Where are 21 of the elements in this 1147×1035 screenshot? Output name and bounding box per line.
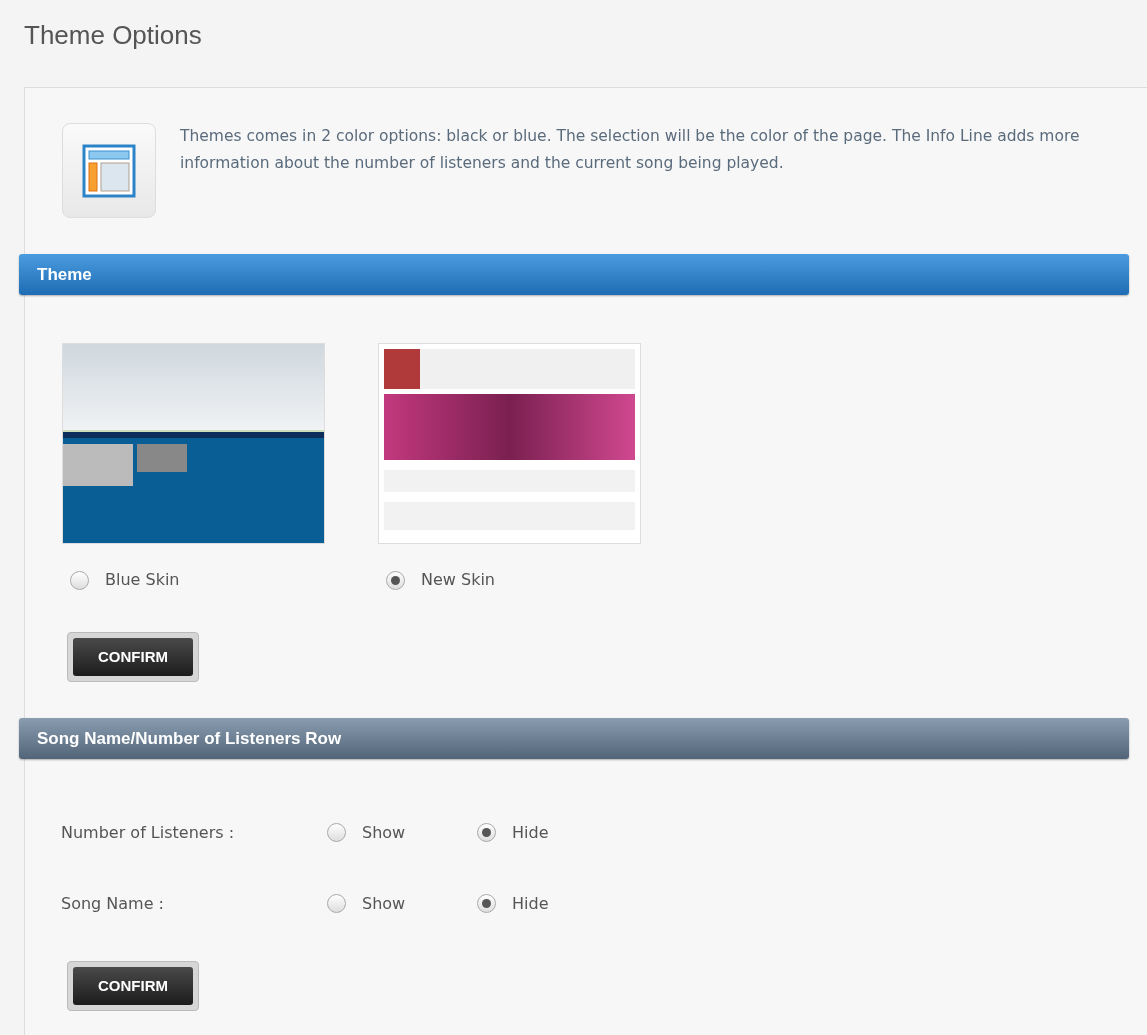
radio-label: Show <box>362 821 406 844</box>
radio-button[interactable] <box>477 823 496 843</box>
radio-label: Hide <box>512 821 549 844</box>
radio-button[interactable] <box>70 570 89 590</box>
confirm-button[interactable]: CONFIRM <box>73 638 193 677</box>
radio-label: Blue Skin <box>105 569 180 592</box>
radio-button[interactable] <box>327 894 346 914</box>
radio-button[interactable] <box>386 570 405 590</box>
radio-button[interactable] <box>477 894 496 914</box>
radio-label: Hide <box>512 892 549 915</box>
layout-icon <box>62 123 156 219</box>
option-label: Number of Listeners : <box>61 821 236 844</box>
radio-label: Show <box>362 892 406 915</box>
option-label: Song Name : <box>61 892 165 915</box>
confirm-button[interactable]: CONFIRM <box>73 967 193 1006</box>
radio-label: New Skin <box>421 569 495 592</box>
radio-button[interactable] <box>327 823 346 843</box>
section-header: Theme <box>19 254 1129 296</box>
page-title: Theme Options <box>23 19 203 52</box>
section-header: Song Name/Number of Listeners Row <box>19 718 1129 760</box>
intro-text: Themes comes in 2 color options: black or blue. The selection will be the color of the page. The Info Line adds more information about the number of listeners and the current song being played. <box>180 126 1081 175</box>
